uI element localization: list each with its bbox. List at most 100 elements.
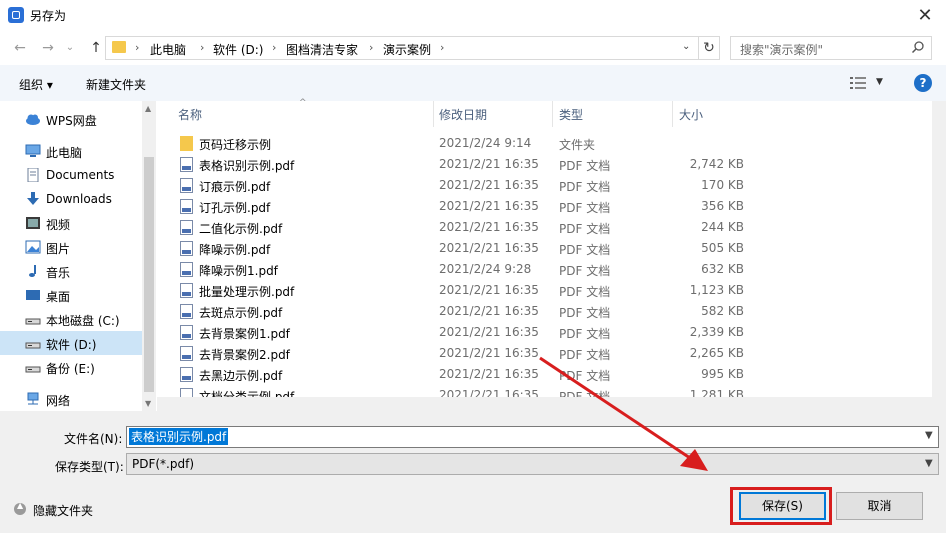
cancel-button[interactable]: 取消 bbox=[836, 492, 923, 520]
file-size: 2,742 KB bbox=[689, 157, 744, 171]
new-folder-button[interactable]: 新建文件夹 bbox=[86, 76, 146, 93]
organize-button[interactable]: 组织 ▾ bbox=[19, 76, 53, 93]
file-date: 2021/2/21 16:35 bbox=[439, 241, 539, 255]
filetype-value[interactable]: PDF(*.pdf) bbox=[132, 457, 194, 471]
sidebar-item-label: 视频 bbox=[46, 218, 71, 232]
file-date: 2021/2/21 16:35 bbox=[439, 178, 539, 192]
file-row[interactable]: 去背景案例1.pdf 2021/2/21 16:35 PDF 文档 2,339 KB bbox=[176, 322, 754, 343]
filetype-dropdown-icon[interactable]: ▼ bbox=[925, 458, 933, 469]
sidebar-item[interactable]: Documents bbox=[0, 163, 142, 187]
breadcrumb-separator: › bbox=[200, 41, 205, 54]
filename-input[interactable] bbox=[126, 426, 939, 448]
column-header-type[interactable]: 类型 bbox=[559, 106, 583, 123]
recent-locations-dropdown[interactable]: ⌄ bbox=[60, 39, 80, 57]
file-size: 2,265 KB bbox=[689, 346, 744, 360]
breadcrumb-cleaner[interactable]: 图档清洁专家 bbox=[286, 41, 358, 58]
file-type: PDF 文档 bbox=[559, 285, 611, 299]
column-header-name[interactable]: 名称 bbox=[178, 106, 202, 123]
pdf-file-icon bbox=[180, 283, 193, 298]
sidebar-item-label: WPS网盘 bbox=[46, 114, 97, 128]
file-size: 356 KB bbox=[701, 199, 744, 213]
sidebar-item[interactable]: 此电脑 bbox=[0, 139, 142, 163]
file-type: PDF 文档 bbox=[559, 222, 611, 236]
desktop-icon bbox=[25, 288, 41, 302]
sidebar-item[interactable]: WPS网盘 bbox=[0, 107, 142, 131]
file-row[interactable]: 去黑边示例.pdf 2021/2/21 16:35 PDF 文档 995 KB bbox=[176, 364, 754, 385]
breadcrumb-this-pc[interactable]: 此电脑 bbox=[150, 41, 186, 58]
help-icon[interactable]: ? bbox=[914, 74, 932, 92]
pdf-file-icon bbox=[180, 325, 193, 340]
view-dropdown-icon[interactable]: ▼ bbox=[876, 77, 883, 87]
address-dropdown-icon[interactable]: ⌄ bbox=[682, 41, 690, 52]
file-list-horizontal-scrollbar[interactable] bbox=[157, 397, 946, 411]
network-icon bbox=[25, 392, 41, 406]
download-icon bbox=[25, 192, 41, 206]
close-button[interactable]: ✕ bbox=[904, 0, 946, 31]
file-date: 2021/2/21 16:35 bbox=[439, 199, 539, 213]
file-name: 批量处理示例.pdf bbox=[199, 285, 295, 299]
column-divider[interactable] bbox=[552, 101, 553, 127]
folder-icon bbox=[112, 41, 126, 53]
refresh-button[interactable]: ↻ bbox=[699, 36, 720, 60]
file-row[interactable]: 批量处理示例.pdf 2021/2/21 16:35 PDF 文档 1,123 KB bbox=[176, 280, 754, 301]
back-button[interactable]: ← bbox=[10, 39, 30, 57]
view-options-icon[interactable] bbox=[850, 77, 866, 89]
pdf-file-icon bbox=[180, 346, 193, 361]
column-divider[interactable] bbox=[672, 101, 673, 127]
sidebar-item-label: 软件 (D:) bbox=[46, 338, 97, 352]
sidebar-item-label: 图片 bbox=[46, 242, 71, 256]
file-row[interactable]: 订痕示例.pdf 2021/2/21 16:35 PDF 文档 170 KB bbox=[176, 175, 754, 196]
file-row[interactable]: 二值化示例.pdf 2021/2/21 16:35 PDF 文档 244 KB bbox=[176, 217, 754, 238]
hide-folders-button[interactable]: 隐藏文件夹 bbox=[33, 502, 93, 519]
sidebar-item[interactable]: 视频 bbox=[0, 211, 142, 235]
file-row[interactable]: 页码迁移示例 2021/2/24 9:14 文件夹 bbox=[176, 133, 754, 154]
sidebar-item[interactable]: 本地磁盘 (C:) bbox=[0, 307, 142, 331]
file-row[interactable]: 订孔示例.pdf 2021/2/21 16:35 PDF 文档 356 KB bbox=[176, 196, 754, 217]
sidebar-item[interactable]: 图片 bbox=[0, 235, 142, 259]
breadcrumb-drive-d[interactable]: 软件 (D:) bbox=[213, 41, 263, 58]
file-row[interactable]: 去斑点示例.pdf 2021/2/21 16:35 PDF 文档 582 KB bbox=[176, 301, 754, 322]
column-header-date[interactable]: 修改日期 bbox=[439, 106, 487, 123]
file-size: 995 KB bbox=[701, 367, 744, 381]
sidebar-item[interactable]: 软件 (D:) bbox=[0, 331, 142, 355]
sidebar-item[interactable]: 桌面 bbox=[0, 283, 142, 307]
file-type: PDF 文档 bbox=[559, 180, 611, 194]
sidebar-scrollbar-thumb[interactable] bbox=[144, 157, 154, 392]
file-list-scrollbar[interactable] bbox=[932, 101, 946, 397]
sidebar-item[interactable]: 备份 (E:) bbox=[0, 355, 142, 379]
file-type: 文件夹 bbox=[559, 138, 596, 152]
file-date: 2021/2/21 16:35 bbox=[439, 157, 539, 171]
filename-dropdown-icon[interactable]: ▼ bbox=[925, 430, 933, 441]
filetype-select[interactable] bbox=[126, 453, 939, 475]
scroll-down-icon[interactable]: ▼ bbox=[145, 399, 151, 408]
picture-icon bbox=[25, 240, 41, 254]
scroll-up-icon[interactable]: ▲ bbox=[145, 104, 151, 113]
sidebar-item-label: Downloads bbox=[46, 192, 112, 206]
file-row[interactable]: 去背景案例2.pdf 2021/2/21 16:35 PDF 文档 2,265 KB bbox=[176, 343, 754, 364]
filename-value[interactable]: 表格识别示例.pdf bbox=[129, 428, 229, 445]
search-icon[interactable] bbox=[911, 40, 925, 54]
window-title: 另存为 bbox=[30, 9, 67, 23]
file-type: PDF 文档 bbox=[559, 348, 611, 362]
file-row[interactable]: 降噪示例.pdf 2021/2/21 16:35 PDF 文档 505 KB bbox=[176, 238, 754, 259]
app-icon bbox=[8, 7, 24, 23]
folder-icon bbox=[180, 136, 193, 151]
up-button[interactable]: ↑ bbox=[86, 39, 106, 57]
sidebar-item[interactable]: 音乐 bbox=[0, 259, 142, 283]
sidebar-item[interactable]: 网络 bbox=[0, 387, 142, 411]
file-row[interactable]: 降噪示例1.pdf 2021/2/24 9:28 PDF 文档 632 KB bbox=[176, 259, 754, 280]
pdf-file-icon bbox=[180, 199, 193, 214]
file-date: 2021/2/21 16:35 bbox=[439, 325, 539, 339]
file-name: 订痕示例.pdf bbox=[199, 180, 271, 194]
forward-button[interactable]: → bbox=[38, 39, 58, 57]
pdf-file-icon bbox=[180, 220, 193, 235]
music-icon bbox=[25, 264, 41, 278]
column-divider[interactable] bbox=[433, 101, 434, 127]
file-row[interactable]: 表格识别示例.pdf 2021/2/21 16:35 PDF 文档 2,742 KB bbox=[176, 154, 754, 175]
column-header-size[interactable]: 大小 bbox=[679, 106, 703, 123]
sidebar-item-label: 本地磁盘 (C:) bbox=[46, 314, 120, 328]
file-type: PDF 文档 bbox=[559, 327, 611, 341]
breadcrumb-demo[interactable]: 演示案例 bbox=[383, 41, 431, 58]
sidebar-item-label: 桌面 bbox=[46, 290, 71, 304]
sidebar-item[interactable]: Downloads bbox=[0, 187, 142, 211]
